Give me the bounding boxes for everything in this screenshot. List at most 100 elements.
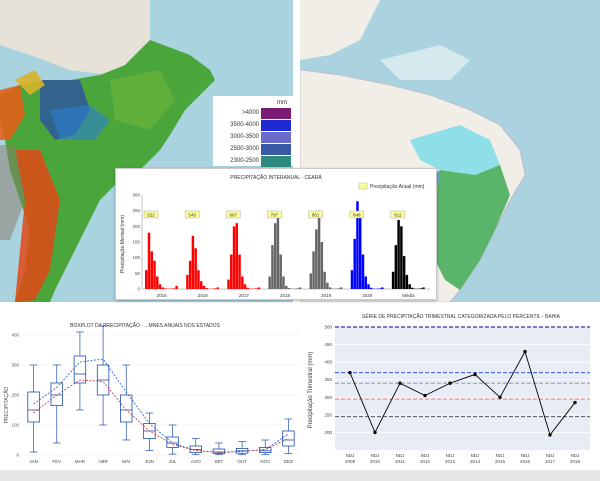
x-tick-label: ABR [98,459,108,464]
bar [273,223,277,289]
bar [317,210,321,289]
box [73,355,87,384]
y-tick-label: 250 [324,412,332,417]
x-tick-label: 2009 [345,459,356,464]
legend-swatch [261,108,291,119]
box [50,382,63,406]
bar [279,254,282,289]
legend-label: Precipitação Anual (mm) [370,184,425,190]
bar [227,279,230,289]
x-tick-label: NDJ [546,453,555,458]
x-tick-label: 2011 [395,459,405,464]
x-tick-label: NDJ [496,453,505,458]
bar [298,287,302,289]
annual-value: 861 [312,213,320,218]
chart-title: PRECIPITAÇÃO INTERANUAL - CEARÁ [230,174,322,181]
x-tick-label: 2018 [570,459,581,464]
y-tick-label: 350 [324,377,332,382]
bar [145,270,148,289]
boxplot-chart: BOXPLOT DA PRECIPITAÇÃO - ...MNES ANUAIS… [3,322,300,464]
x-tick-label: 2017 [239,293,250,298]
annual-value: 667 [230,213,238,218]
legend-swatch [261,144,291,155]
bar [323,271,326,289]
box [27,391,40,423]
bar [164,288,167,289]
x-tick-label: NDJ [521,453,530,458]
bar [230,254,233,289]
annual-value: 549 [188,213,196,218]
bar [186,274,189,289]
y-tick-label: 400 [324,360,332,365]
interannual-chart-card[interactable]: PRECIPITAÇÃO INTERANUAL - CEARÁ Precipit… [115,168,437,300]
series-chart-card[interactable]: SÉRIE DE PRECIPITAÇÃO TRIMESTRAL CATEGOR… [305,305,600,470]
x-tick-label: NDJ [446,453,455,458]
interannual-chart: PRECIPITAÇÃO INTERANUAL - CEARÁ Precipit… [120,174,430,298]
data-point [473,372,477,377]
bar [422,287,425,289]
x-tick-label: 2019 [321,293,332,298]
y-tick-label: 300 [132,193,140,198]
mean-line [33,379,289,453]
bar [339,287,343,289]
y-tick-label: 100 [132,255,140,260]
x-tick-label: NOV [260,459,270,464]
bar [408,284,411,289]
bar [257,287,261,289]
bar [411,287,414,289]
x-tick-label: MAR [75,459,86,464]
bar [370,287,373,289]
bar [172,288,176,289]
bar [320,242,324,289]
x-tick-label: JAN [29,459,38,464]
bar [246,287,250,289]
x-tick-label: 2013 [445,459,456,464]
x-tick-label: 2015 [495,459,506,464]
mean-line [33,358,289,454]
series-chart: SÉRIE DE PRECIPITAÇÃO TRIMESTRAL CATEGOR… [308,313,590,464]
y-tick-label: 250 [132,208,140,213]
x-tick-label: DEZ [284,459,293,464]
legend-row: >4000 [213,108,293,120]
bar [147,232,151,289]
y-tick-label: 50 [135,271,141,276]
bar [328,287,332,289]
y-axis-label: Precipitação Trimestral (mm) [308,352,314,429]
y-tick-label: 0 [16,453,19,458]
bar [285,285,288,289]
bar [400,226,403,289]
annual-value: 522 [147,213,155,218]
data-point [448,381,452,385]
bar [241,276,244,289]
boxplot-chart-card[interactable]: BOXPLOT DA PRECIPITAÇÃO - ...MNES ANUAIS… [0,310,305,470]
bar [161,287,165,289]
bar [150,251,153,289]
bar [378,288,381,289]
y-tick-label: 100 [11,423,19,428]
annual-value: 797 [271,213,279,218]
chart-title: BOXPLOT DA PRECIPITAÇÃO - ...MNES ANUAIS… [70,322,220,329]
legend-row: 2300-2500 [213,156,293,168]
bar [309,273,313,289]
legend-unit: mm [277,100,287,106]
bar [287,288,291,289]
bar [268,276,271,289]
x-tick-label: 2016 [198,293,209,298]
x-tick-label: NDJ [396,453,405,458]
y-tick-label: 0 [137,287,140,292]
bar [243,284,247,289]
bar [276,213,280,289]
x-tick-label: OUT [237,459,247,464]
bar [271,245,274,289]
x-tick-label: JUL [169,459,177,464]
bar [235,223,239,289]
bar [315,229,318,289]
annual-value: 849 [353,213,361,218]
data-point [348,370,352,375]
y-tick-label: 500 [324,325,332,330]
bar [216,287,219,289]
x-tick-label: NDJ [421,453,430,458]
bar [296,288,299,289]
data-point [573,400,577,405]
box [120,394,133,423]
